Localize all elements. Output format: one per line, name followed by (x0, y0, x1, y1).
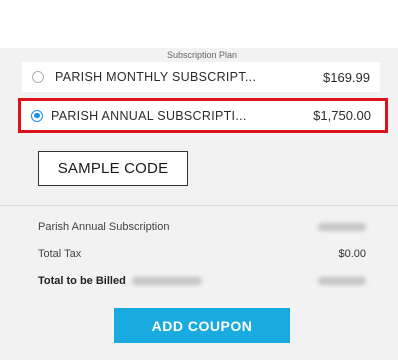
redacted-date (131, 277, 202, 285)
plan-option-price: $1,750.00 (313, 108, 371, 123)
summary-total-label: Total to be Billed (38, 275, 126, 287)
subscription-plan-heading: Subscription Plan (166, 50, 238, 60)
radio-unselected-icon[interactable] (32, 71, 44, 83)
radio-selected-icon[interactable] (31, 109, 43, 122)
radio-dot-icon (34, 112, 40, 118)
plan-option-name: PARISH ANNUAL SUBSCRIPTI... (51, 108, 247, 123)
summary-row-subscription: Parish Annual Subscription (38, 219, 366, 235)
redacted-amount (318, 223, 366, 231)
summary-row-tax: Total Tax $0.00 (38, 246, 366, 262)
plan-option-annual[interactable]: PARISH ANNUAL SUBSCRIPTI... $1,750.00 (18, 98, 388, 133)
summary-divider (0, 205, 398, 206)
plan-option-monthly[interactable]: PARISH MONTHLY SUBSCRIPT... $169.99 (22, 62, 380, 92)
redacted-amount (318, 277, 366, 285)
sample-code-box: SAMPLE CODE (38, 151, 188, 186)
summary-row-total: Total to be Billed (38, 273, 366, 289)
summary-subscription-label: Parish Annual Subscription (38, 221, 170, 233)
add-coupon-button[interactable]: ADD COUPON (114, 308, 290, 343)
summary-tax-label: Total Tax (38, 248, 82, 260)
plan-option-name: PARISH MONTHLY SUBSCRIPT... (55, 70, 257, 84)
plan-option-price: $169.99 (323, 69, 370, 85)
summary-tax-value: $0.00 (338, 248, 366, 260)
header-area (0, 0, 398, 48)
